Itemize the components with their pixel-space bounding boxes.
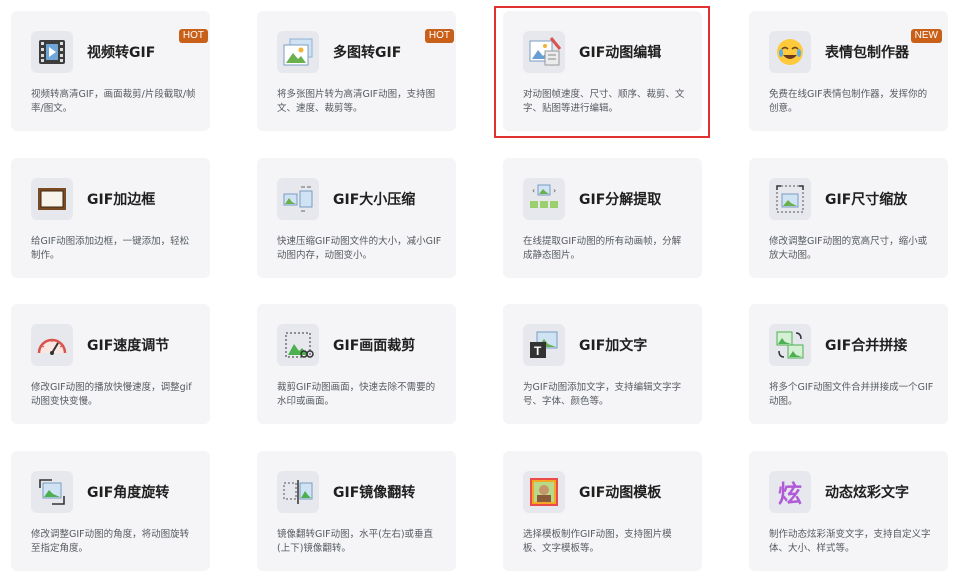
tool-title: GIF尺寸缩放 xyxy=(825,192,908,208)
svg-text:‹: ‹ xyxy=(532,186,535,195)
mirror-flip-icon xyxy=(277,471,319,513)
tool-card[interactable]: GIF大小压缩快速压缩GIF动图文件的大小，减小GIF动图内存，动图变小。 xyxy=(257,158,456,278)
colorful-text-icon: 炫 xyxy=(769,471,811,513)
tool-description: 裁剪GIF动图画面，快速去除不需要的水印或画面。 xyxy=(277,382,436,407)
tool-description: 对动图帧速度、尺寸、顺序、裁剪、文字、贴图等进行编辑。 xyxy=(523,89,685,114)
tool-title: GIF合并拼接 xyxy=(825,338,908,354)
svg-text:T: T xyxy=(534,344,542,358)
svg-text:炫: 炫 xyxy=(778,480,802,508)
tool-card[interactable]: 炫 动态炫彩文字制作动态炫彩渐变文字，支持自定义字体、大小、样式等。 xyxy=(749,451,948,571)
tool-description: 制作动态炫彩渐变文字，支持自定义字体、大小、样式等。 xyxy=(769,529,931,554)
tool-description: 将多张图片转为高清GIF动图，支持图文、速度、裁剪等。 xyxy=(277,89,436,114)
tool-card[interactable]: GIF速度调节修改GIF动图的播放快慢速度，调整gif动图变快变慢。 xyxy=(11,304,210,424)
hot-badge: HOT xyxy=(424,29,454,43)
split-frames-icon: ‹ › xyxy=(523,178,565,220)
tool-card[interactable]: GIF动图模板选择模板制作GIF动图，支持图片模板、文字模板等。 xyxy=(503,451,702,571)
tool-card[interactable]: T GIF加文字为GIF动图添加文字，支持编辑文字字号、字体、颜色等。 xyxy=(503,304,702,424)
svg-text:›: › xyxy=(553,186,556,195)
tool-title: GIF角度旋转 xyxy=(87,485,170,501)
tool-title: GIF分解提取 xyxy=(579,192,662,208)
tool-card[interactable]: GIF画面裁剪裁剪GIF动图画面，快速去除不需要的水印或画面。 xyxy=(257,304,456,424)
tool-description: 视频转高清GIF，画面裁剪/片段截取/帧率/图文。 xyxy=(31,89,196,114)
tool-description: 修改GIF动图的播放快慢速度，调整gif动图变快变慢。 xyxy=(31,382,192,407)
tool-title: 视频转GIF xyxy=(87,45,156,61)
tool-card[interactable]: GIF合并拼接将多个GIF动图文件合并拼接成一个GIF动图。 xyxy=(749,304,948,424)
tool-description: 为GIF动图添加文字，支持编辑文字字号、字体、颜色等。 xyxy=(523,382,682,407)
tool-title: GIF动图编辑 xyxy=(579,45,662,61)
tool-description: 免费在线GIF表情包制作器，发挥你的创意。 xyxy=(769,89,928,114)
tool-card[interactable]: 多图转GIF 将多张图片转为高清GIF动图，支持图文、速度、裁剪等。 HOT xyxy=(257,11,456,131)
tool-description: 快速压缩GIF动图文件的大小，减小GIF动图内存，动图变小。 xyxy=(277,236,442,261)
rotate-icon xyxy=(31,471,73,513)
tool-card[interactable]: 视频转GIF 视频转高清GIF，画面裁剪/片段截取/帧率/图文。 HOT xyxy=(11,11,210,131)
tool-title: GIF镜像翻转 xyxy=(333,485,416,501)
compress-icon xyxy=(277,178,319,220)
emoji-maker-icon xyxy=(769,31,811,73)
resize-icon xyxy=(769,178,811,220)
tool-title: 动态炫彩文字 xyxy=(825,485,909,501)
tool-title: GIF加文字 xyxy=(579,338,648,354)
tool-title: 表情包制作器 xyxy=(825,45,909,61)
tool-card[interactable]: GIF角度旋转修改调整GIF动图的角度，将动图旋转至指定角度。 xyxy=(11,451,210,571)
speedometer-icon xyxy=(31,324,73,366)
tool-description: 修改调整GIF动图的宽高尺寸，缩小或放大动图。 xyxy=(769,236,928,261)
crop-icon xyxy=(277,324,319,366)
template-icon xyxy=(523,471,565,513)
tool-card[interactable]: GIF镜像翻转镜像翻转GIF动图，水平(左右)或垂直(上下)镜像翻转。 xyxy=(257,451,456,571)
tool-description: 选择模板制作GIF动图，支持图片模板、文字模板等。 xyxy=(523,529,672,554)
tool-description: 在线提取GIF动图的所有动画帧，分解成静态图片。 xyxy=(523,236,682,261)
tool-title: GIF画面裁剪 xyxy=(333,338,416,354)
merge-icon xyxy=(769,324,811,366)
gif-editor-icon xyxy=(523,31,565,73)
images-to-gif-icon xyxy=(277,31,319,73)
tool-description: 修改调整GIF动图的角度，将动图旋转至指定角度。 xyxy=(31,529,190,554)
video-to-gif-icon xyxy=(31,31,73,73)
tool-card[interactable]: GIF加边框给GIF动图添加边框，一键添加，轻松制作。 xyxy=(11,158,210,278)
tool-description: 镜像翻转GIF动图，水平(左右)或垂直(上下)镜像翻转。 xyxy=(277,529,434,554)
tool-card[interactable]: 表情包制作器免费在线GIF表情包制作器，发挥你的创意。 NEW xyxy=(749,11,948,131)
frame-border-icon xyxy=(31,178,73,220)
tool-title: GIF动图模板 xyxy=(579,485,662,501)
tool-title: GIF速度调节 xyxy=(87,338,170,354)
tool-card[interactable]: GIF尺寸缩放修改调整GIF动图的宽高尺寸，缩小或放大动图。 xyxy=(749,158,948,278)
tool-title: GIF加边框 xyxy=(87,192,156,208)
add-text-icon: T xyxy=(523,324,565,366)
tool-title: 多图转GIF xyxy=(333,45,402,61)
new-badge: NEW xyxy=(910,29,942,43)
tool-card[interactable]: GIF动图编辑对动图帧速度、尺寸、顺序、裁剪、文字、贴图等进行编辑。 xyxy=(503,11,702,131)
tool-description: 给GIF动图添加边框，一键添加，轻松制作。 xyxy=(31,236,190,261)
tool-card[interactable]: ‹ › GIF分解提取 在线提取GIF动图的所有动画帧，分解成静态图片。 xyxy=(503,158,702,278)
tool-description: 将多个GIF动图文件合并拼接成一个GIF动图。 xyxy=(769,382,934,407)
hot-badge: HOT xyxy=(178,29,208,43)
tool-title: GIF大小压缩 xyxy=(333,192,416,208)
